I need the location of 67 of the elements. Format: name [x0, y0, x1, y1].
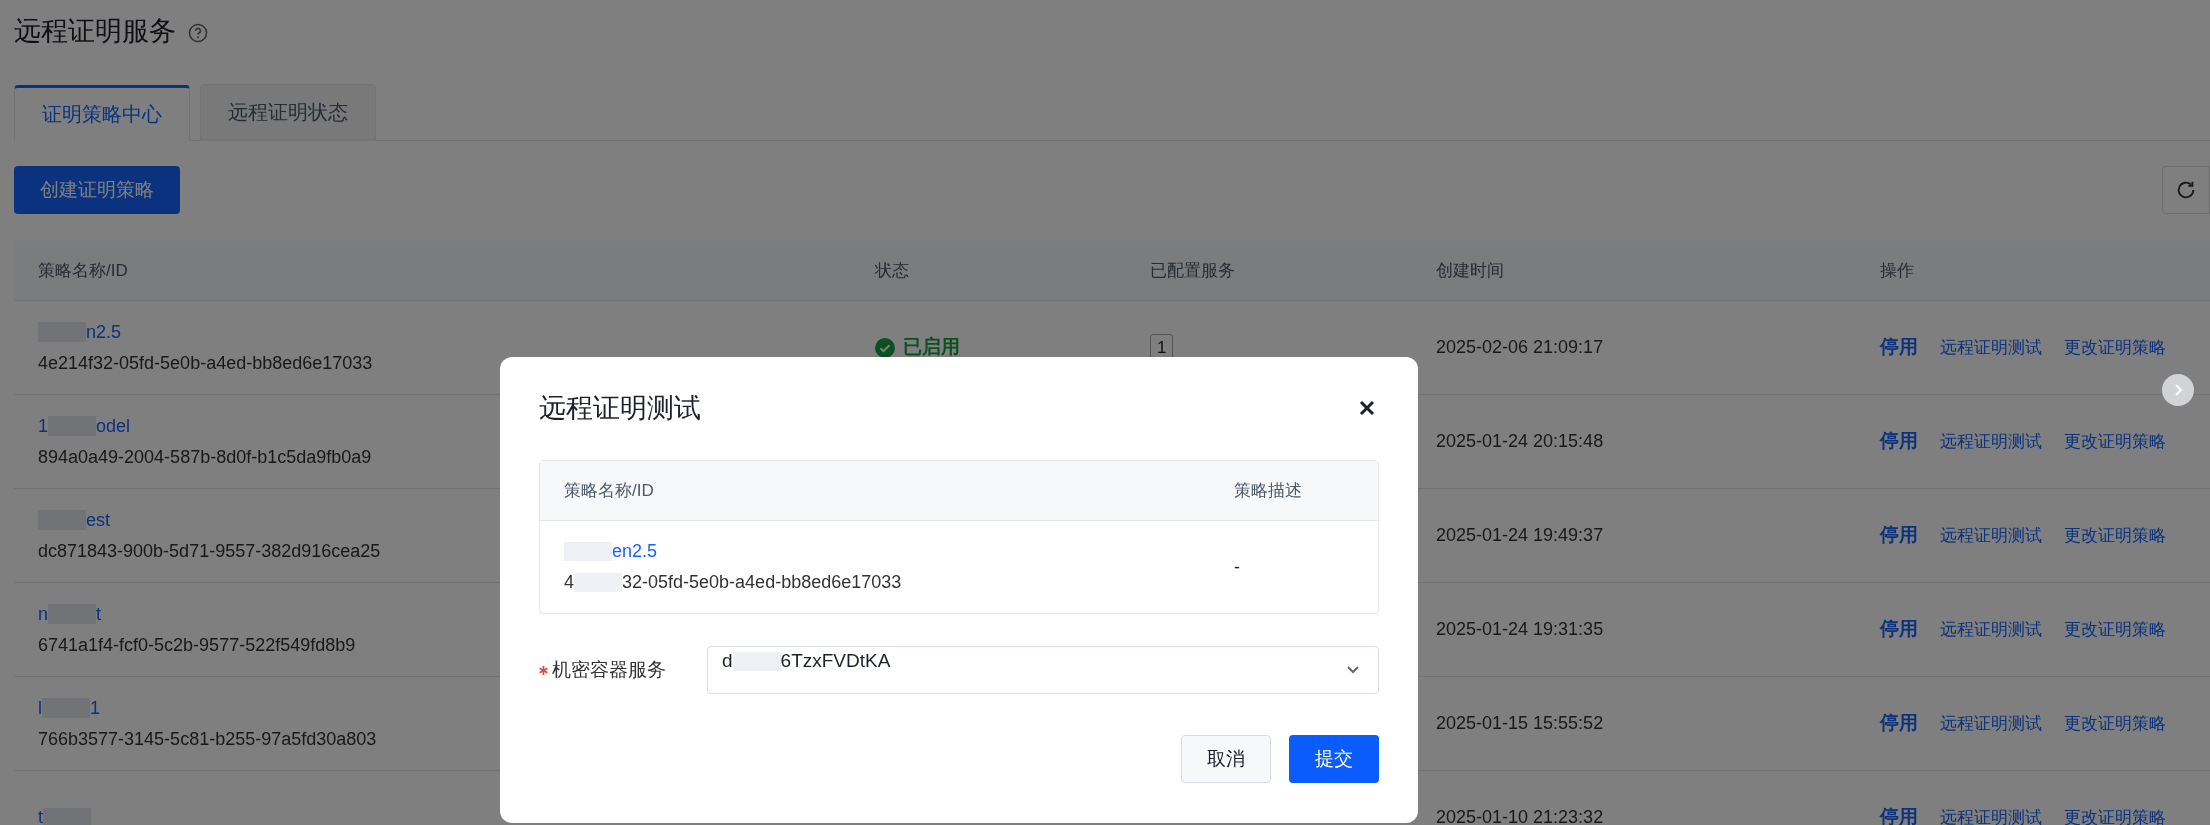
- column-header: 创建时间: [1435, 259, 1505, 282]
- submit-button[interactable]: 提交: [1289, 735, 1379, 783]
- action-link[interactable]: 远程证明测试: [1940, 616, 2042, 643]
- column-header: 策略名称/ID: [563, 479, 655, 502]
- policy-name-link[interactable]: l: [38, 694, 42, 722]
- policy-description: -: [1233, 555, 1241, 579]
- scroll-right-button[interactable]: [2162, 374, 2194, 406]
- policy-id: 4e214f32-05fd-5e0b-a4ed-bb8ed6e17033: [38, 351, 373, 375]
- created-time: 2025-01-24 19:49:37: [1435, 524, 1605, 547]
- refresh-button[interactable]: [2162, 166, 2210, 214]
- policy-id: 894a0a49-2004-587b-8d0f-b1c5da9fb0a9: [38, 445, 372, 469]
- policy-id: 766b3577-3145-5c81-b255-97a5fd30a803: [38, 727, 377, 751]
- action-link[interactable]: 停用: [1880, 333, 1918, 362]
- chevron-right-icon: [2172, 383, 2184, 397]
- action-link[interactable]: 停用: [1880, 615, 1918, 644]
- field-label: 机密容器服务: [552, 657, 666, 682]
- created-time: 2025-01-24 19:31:35: [1435, 618, 1605, 641]
- created-time: 2025-01-10 21:23:32: [1435, 806, 1605, 825]
- tab[interactable]: 远程证明状态: [200, 84, 376, 140]
- policy-name-link[interactable]: en2.5: [612, 538, 658, 565]
- action-link[interactable]: 停用: [1880, 521, 1918, 550]
- policy-name-link[interactable]: n2.5: [86, 318, 122, 346]
- policy-name-link[interactable]: 1: [38, 412, 48, 440]
- column-header: 策略描述: [1233, 479, 1303, 502]
- dialog-title: 远程证明测试: [539, 391, 701, 425]
- column-header: 操作: [1879, 259, 1915, 282]
- help-icon: [188, 23, 208, 43]
- action-link[interactable]: 停用: [1880, 427, 1918, 456]
- action-link[interactable]: 更改证明策略: [2064, 428, 2166, 455]
- column-header: 已配置服务: [1149, 259, 1236, 282]
- close-icon: [1358, 399, 1376, 417]
- column-header: 策略名称/ID: [37, 259, 129, 282]
- create-policy-button[interactable]: 创建证明策略: [14, 166, 180, 214]
- policy-id: dc871843-900b-5d71-9557-382d916cea25: [38, 539, 381, 563]
- action-link[interactable]: 更改证明策略: [2064, 616, 2166, 643]
- policy-name-link[interactable]: n: [38, 600, 48, 628]
- policy-id: 4: [564, 571, 574, 594]
- policy-name-link[interactable]: 1: [90, 694, 100, 722]
- action-link[interactable]: 远程证明测试: [1940, 522, 2042, 549]
- action-link[interactable]: 更改证明策略: [2064, 804, 2166, 825]
- created-time: 2025-02-06 21:09:17: [1435, 336, 1605, 359]
- status-text: 已启用: [903, 335, 960, 360]
- select-value: 6TzxFVDtKA: [780, 649, 891, 673]
- action-link[interactable]: 远程证明测试: [1940, 710, 2042, 737]
- action-link[interactable]: 远程证明测试: [1940, 804, 2042, 825]
- policy-id: 32-05fd-5e0b-a4ed-bb8ed6e17033: [622, 571, 902, 594]
- select-value: d: [722, 649, 733, 673]
- policy-name-link[interactable]: t: [96, 600, 102, 628]
- page-title: 远程证明服务: [14, 14, 176, 48]
- policy-name-link[interactable]: est: [86, 506, 110, 534]
- action-link[interactable]: 远程证明测试: [1940, 428, 2042, 455]
- refresh-icon: [2175, 179, 2197, 201]
- action-link[interactable]: 停用: [1880, 709, 1918, 738]
- column-header: 状态: [874, 259, 910, 282]
- tab[interactable]: 证明策略中心: [14, 85, 190, 141]
- chevron-down-icon: [1346, 665, 1360, 675]
- policy-name-link[interactable]: t: [38, 804, 43, 825]
- action-link[interactable]: 更改证明策略: [2064, 710, 2166, 737]
- policy-id: 6741a1f4-fcf0-5c2b-9577-522f549fd8b9: [38, 633, 356, 657]
- action-link[interactable]: 更改证明策略: [2064, 522, 2166, 549]
- service-select[interactable]: d 6TzxFVDtKA: [707, 646, 1379, 694]
- policy-name-link[interactable]: odel: [96, 412, 131, 440]
- action-link[interactable]: 更改证明策略: [2064, 334, 2166, 361]
- created-time: 2025-01-24 20:15:48: [1435, 430, 1605, 453]
- created-time: 2025-01-15 15:55:52: [1435, 712, 1605, 735]
- action-link[interactable]: 远程证明测试: [1940, 334, 2042, 361]
- cancel-button[interactable]: 取消: [1181, 735, 1271, 783]
